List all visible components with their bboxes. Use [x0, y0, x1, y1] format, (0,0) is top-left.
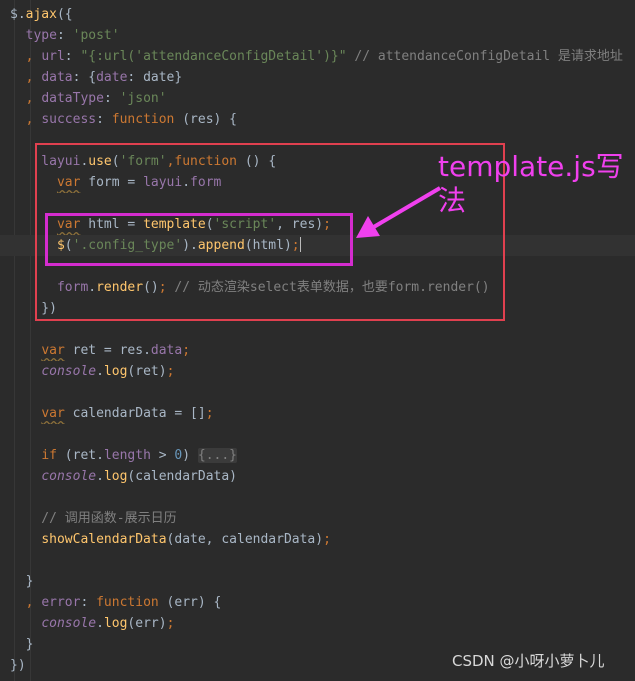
annotation-arrow-icon — [356, 186, 442, 238]
annotation-label: template.js写法 — [438, 150, 624, 217]
watermark: CSDN @小呀小萝卜儿 — [452, 652, 605, 670]
